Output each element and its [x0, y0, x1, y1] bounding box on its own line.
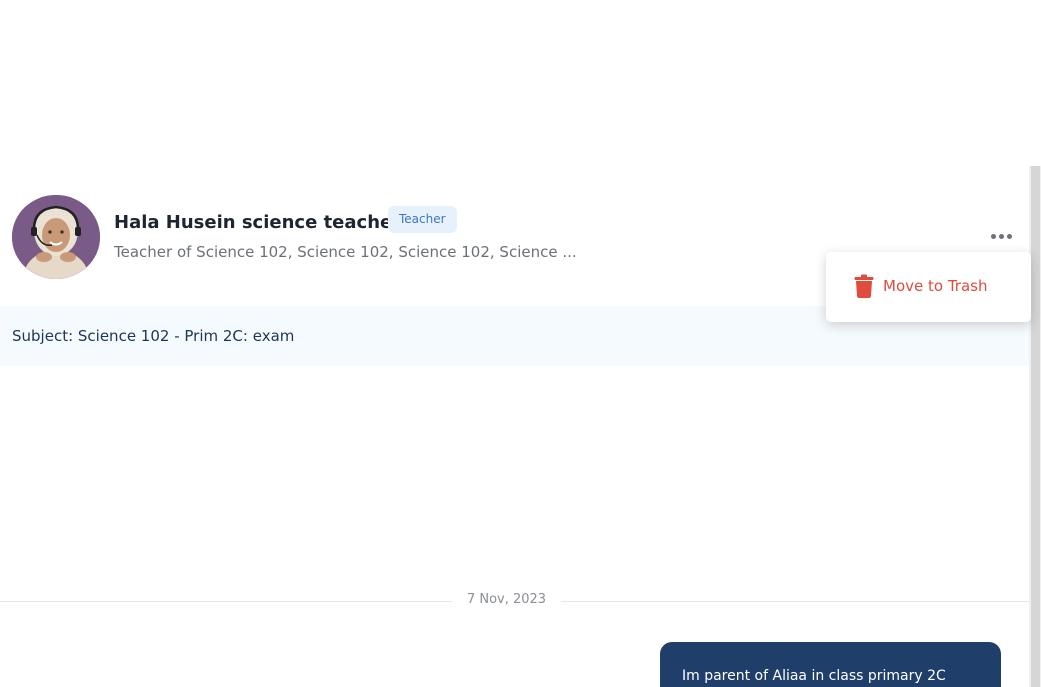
avatar — [12, 195, 100, 279]
chat-page: Hala Husein science teacher Teacher Teac… — [0, 0, 1041, 687]
more-horizontal-icon — [998, 233, 1004, 239]
date-separator: 7 Nov, 2023 — [0, 591, 1029, 611]
menu-item-move-to-trash[interactable]: Move to Trash — [854, 274, 987, 298]
contact-name: Hala Husein science teacher — [114, 212, 402, 233]
trash-icon — [854, 274, 874, 298]
divider — [561, 601, 1029, 602]
subject-text: Subject: Science 102 - Prim 2C: exam — [12, 327, 295, 345]
message-bubble[interactable]: Im parent of Aliaa in class primary 2C — [660, 642, 1001, 687]
avatar-photo — [12, 195, 100, 279]
more-horizontal-icon — [990, 233, 996, 239]
scrollbar-thumb[interactable] — [1031, 166, 1040, 687]
message-text: Im parent of Aliaa in class primary 2C — [682, 668, 946, 684]
divider — [0, 601, 452, 602]
menu-item-label: Move to Trash — [883, 277, 988, 295]
options-dropdown-menu: Move to Trash — [826, 252, 1031, 322]
more-horizontal-icon — [1006, 233, 1012, 239]
contact-details: Teacher of Science 102, Science 102, Sci… — [114, 243, 577, 261]
more-options-button[interactable] — [986, 226, 1016, 246]
date-label: 7 Nov, 2023 — [466, 592, 547, 607]
role-badge: Teacher — [388, 206, 457, 233]
